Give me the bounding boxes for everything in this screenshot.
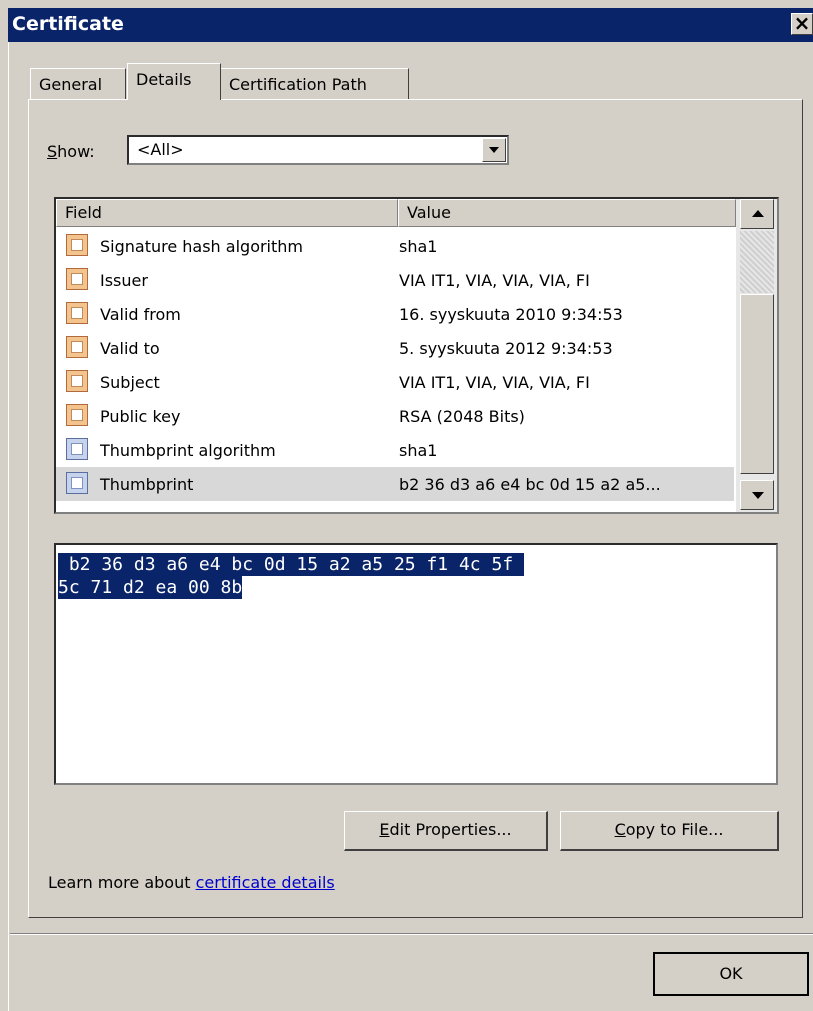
list-item-field: Issuer xyxy=(100,271,148,290)
list-scrollbar[interactable] xyxy=(736,199,777,512)
certificate-field-icon xyxy=(66,302,88,324)
list-item-value: b2 36 d3 a6 e4 bc 0d 15 a2 a5... xyxy=(399,475,661,494)
learn-more-text: Learn more about certificate details xyxy=(48,873,335,892)
footer-divider xyxy=(10,933,813,935)
list-item[interactable]: Valid from 16. syyskuuta 2010 9:34:53 xyxy=(56,297,734,331)
tab-details[interactable]: Details xyxy=(127,63,221,100)
list-item[interactable]: Public key RSA (2048 Bits) xyxy=(56,399,734,433)
window-title: Certificate xyxy=(12,13,124,35)
list-item-field: Public key xyxy=(100,407,181,426)
list-item-value: sha1 xyxy=(399,441,438,460)
field-value-textbox[interactable]: b2 36 d3 a6 e4 bc 0d 15 a2 a5 25 f1 4c 5… xyxy=(54,543,778,785)
copy-to-file-button[interactable]: Copy to File... xyxy=(560,811,779,851)
certificate-property-icon xyxy=(66,472,88,494)
tab-certification-path[interactable]: Certification Path xyxy=(220,68,409,100)
list-item-field: Thumbprint xyxy=(100,475,194,494)
list-item-field: Valid from xyxy=(100,305,181,324)
list-item[interactable]: Thumbprint algorithm sha1 xyxy=(56,433,734,467)
certificate-field-icon xyxy=(66,370,88,392)
list-item-field: Subject xyxy=(100,373,160,392)
copy-to-file-label: opy to File... xyxy=(625,820,724,839)
scroll-thumb[interactable] xyxy=(740,294,774,474)
fields-list[interactable]: Field Value Signature hash algorithm sha… xyxy=(54,197,779,514)
copy-to-file-accelerator: C xyxy=(614,820,626,839)
list-item-field: Signature hash algorithm xyxy=(100,237,303,256)
chevron-down-icon[interactable] xyxy=(482,138,506,162)
list-item[interactable]: Valid to 5. syyskuuta 2012 9:34:53 xyxy=(56,331,734,365)
column-header-value[interactable]: Value xyxy=(398,199,736,227)
list-item[interactable]: Signature hash algorithm sha1 xyxy=(56,229,734,263)
value-line-2: 5c 71 d2 ea 00 8b xyxy=(58,576,243,599)
certificate-field-icon xyxy=(66,404,88,426)
window-left-edge xyxy=(8,42,10,1011)
show-select[interactable]: <All> xyxy=(127,135,509,165)
certificate-property-icon xyxy=(66,438,88,460)
certificate-field-icon xyxy=(66,268,88,290)
list-item-field: Thumbprint algorithm xyxy=(100,441,276,460)
column-header-field[interactable]: Field xyxy=(56,199,398,227)
list-item-value: RSA (2048 Bits) xyxy=(399,407,525,426)
edit-properties-accelerator: E xyxy=(379,820,390,839)
certificate-details-link[interactable]: certificate details xyxy=(196,873,335,892)
show-select-value: <All> xyxy=(137,140,184,159)
learn-more-prefix: Learn more about xyxy=(48,873,196,892)
edit-properties-label: dit Properties... xyxy=(389,820,512,839)
list-item[interactable]: Subject VIA IT1, VIA, VIA, VIA, FI xyxy=(56,365,734,399)
value-line-1: b2 36 d3 a6 e4 bc 0d 15 a2 a5 25 f1 4c 5… xyxy=(58,553,524,576)
ok-button[interactable]: OK xyxy=(653,952,809,996)
list-item-value: 16. syyskuuta 2010 9:34:53 xyxy=(399,305,623,324)
column-header-value-label: Value xyxy=(407,203,451,222)
list-item-value: sha1 xyxy=(399,237,438,256)
tab-certification-path-label: Certification Path xyxy=(229,75,367,94)
tab-general[interactable]: General xyxy=(30,68,126,100)
show-label-text: how: xyxy=(57,142,95,161)
close-icon: × xyxy=(793,11,811,35)
list-item-value: VIA IT1, VIA, VIA, VIA, FI xyxy=(399,271,590,290)
certificate-field-icon xyxy=(66,336,88,358)
tab-details-label: Details xyxy=(136,70,192,89)
edit-properties-button[interactable]: Edit Properties... xyxy=(344,811,548,851)
close-button[interactable]: × xyxy=(791,13,813,35)
list-item-field: Valid to xyxy=(100,339,160,358)
list-item-value: VIA IT1, VIA, VIA, VIA, FI xyxy=(399,373,590,392)
list-item-selected[interactable]: Thumbprint b2 36 d3 a6 e4 bc 0d 15 a2 a5… xyxy=(56,467,734,501)
scroll-up-icon[interactable] xyxy=(740,199,774,229)
scroll-track[interactable] xyxy=(740,231,774,293)
tab-general-label: General xyxy=(39,75,103,94)
title-bar[interactable]: Certificate × xyxy=(8,8,813,42)
certificate-field-icon xyxy=(66,234,88,256)
show-label: Show: xyxy=(47,142,95,161)
column-header-field-label: Field xyxy=(65,203,102,222)
list-item[interactable]: Issuer VIA IT1, VIA, VIA, VIA, FI xyxy=(56,263,734,297)
ok-button-label: OK xyxy=(719,964,743,983)
scroll-down-icon[interactable] xyxy=(740,480,774,510)
certificate-dialog: Certificate × General Details Certificat… xyxy=(0,0,813,1011)
show-label-accelerator: S xyxy=(47,142,58,161)
list-item-value: 5. syyskuuta 2012 9:34:53 xyxy=(399,339,613,358)
